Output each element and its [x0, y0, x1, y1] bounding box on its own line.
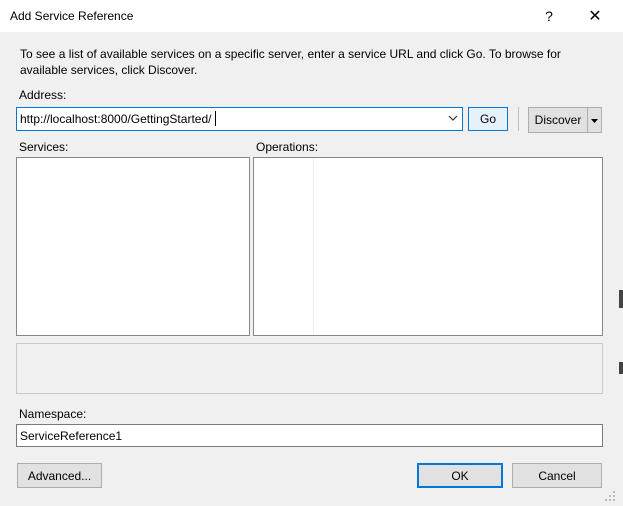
discover-dropdown-button[interactable] — [587, 107, 602, 133]
cancel-button[interactable]: Cancel — [512, 463, 602, 488]
window-title: Add Service Reference — [10, 9, 134, 23]
address-input-text[interactable]: http://localhost:8000/GettingStarted/ — [20, 112, 211, 126]
background-window-edge — [619, 290, 623, 308]
address-combobox[interactable]: http://localhost:8000/GettingStarted/ — [16, 107, 463, 131]
title-bar: Add Service Reference ? ✕ — [0, 0, 623, 32]
close-button[interactable]: ✕ — [572, 0, 618, 32]
chevron-down-icon[interactable] — [448, 111, 458, 128]
namespace-label: Namespace: — [19, 407, 87, 421]
services-label: Services: — [19, 140, 69, 154]
ok-button[interactable]: OK — [417, 463, 503, 488]
instructions-text: To see a list of available services on a… — [20, 47, 561, 77]
operations-label: Operations: — [256, 140, 319, 154]
background-window-edge — [619, 362, 623, 374]
address-label: Address: — [19, 88, 67, 102]
text-caret — [215, 111, 216, 126]
caret-down-icon — [591, 116, 598, 125]
services-tree[interactable] — [16, 157, 250, 336]
namespace-input-text[interactable]: ServiceReference1 — [20, 429, 122, 443]
status-area — [16, 343, 603, 394]
namespace-input[interactable]: ServiceReference1 — [16, 424, 603, 447]
operations-list[interactable] — [253, 157, 603, 336]
resize-grip-icon[interactable] — [604, 490, 620, 504]
advanced-button[interactable]: Advanced... — [17, 463, 102, 488]
operations-column-divider — [313, 158, 314, 335]
help-button[interactable]: ? — [526, 0, 572, 32]
go-button[interactable]: Go — [468, 107, 508, 131]
toolbar-separator — [518, 107, 519, 131]
discover-button[interactable]: Discover — [528, 107, 588, 133]
